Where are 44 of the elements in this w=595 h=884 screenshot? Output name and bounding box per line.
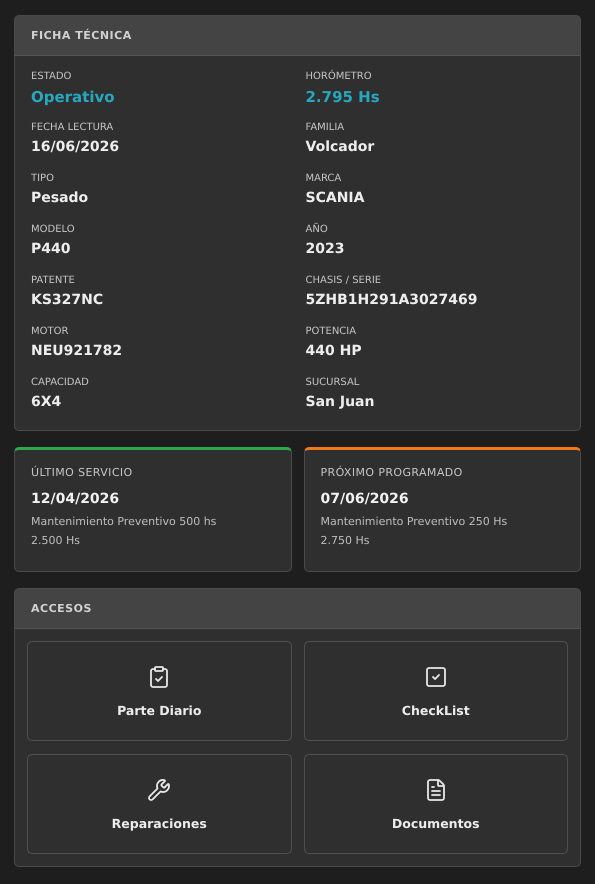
field-value: 440 HP [306, 343, 363, 359]
field-label: MODELO [31, 224, 76, 235]
field-value: SCANIA [306, 190, 366, 206]
field-value: San Juan [306, 394, 376, 410]
checkbox-icon [424, 664, 448, 688]
service-date: 07/06/2026 [320, 491, 410, 507]
field-value: 16/06/2026 [31, 139, 120, 155]
field-label: SUCURSAL [306, 377, 360, 388]
wrench-icon [147, 778, 172, 802]
field-label: TIPO [31, 173, 55, 184]
field-label: CAPACIDAD [31, 377, 90, 388]
access-tile[interactable]: Parte Diario [27, 641, 292, 741]
field-label: FECHA LECTURA [31, 122, 114, 133]
service-hours: 2.500 Hs [31, 534, 81, 547]
service-description: Mantenimiento Preventivo 250 Hs [320, 515, 508, 528]
service-date: 12/04/2026 [31, 491, 120, 507]
field-label: MOTOR [31, 326, 70, 337]
field-value: 2023 [306, 241, 346, 257]
field-value: Pesado [31, 190, 90, 206]
access-tile[interactable]: Reparaciones [27, 754, 292, 854]
field-label: FAMILIA [306, 122, 346, 133]
field-value: Operativo [31, 88, 116, 106]
field-label: AÑO [306, 224, 329, 235]
field-label: MARCA [306, 173, 342, 184]
service-title: ÚLTIMO SERVICIO [31, 466, 134, 479]
field-value: 5ZHB1H291A3027469 [306, 292, 478, 308]
card-header: ACCESOS [15, 589, 580, 629]
field-label: HORÓMETRO [306, 71, 373, 82]
field-value: Volcador [306, 139, 376, 155]
field-value: 2.795 Hs [306, 88, 381, 106]
field-label: PATENTE [31, 275, 76, 286]
card-header: FICHA TÉCNICA [15, 16, 580, 56]
field-value: P440 [31, 241, 72, 257]
field-label: CHASIS / SERIE [306, 275, 382, 286]
service-hours: 2.750 Hs [320, 534, 370, 547]
field-value: 6X4 [31, 394, 62, 410]
field-label: ESTADO [31, 71, 72, 82]
field-label: POTENCIA [306, 326, 358, 337]
access-tile[interactable]: Documentos [304, 754, 568, 854]
field-value: KS327NC [31, 292, 104, 308]
service-description: Mantenimiento Preventivo 500 hs [31, 515, 218, 528]
field-value: NEU921782 [31, 343, 124, 359]
access-tile[interactable]: CheckList [304, 641, 568, 741]
service-title: PRÓXIMO PROGRAMADO [320, 466, 464, 479]
